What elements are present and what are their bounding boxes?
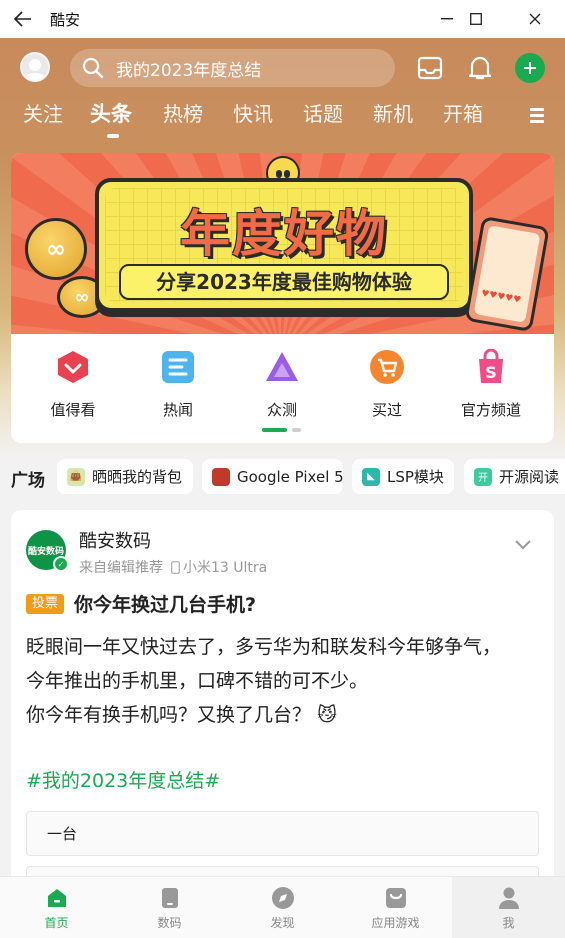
nav-home[interactable]: 首页 <box>0 877 113 938</box>
add-post-button[interactable] <box>515 53 545 83</box>
active-tab-indicator <box>107 134 119 138</box>
document-icon <box>160 349 196 385</box>
post-title[interactable]: 你今年换过几台手机? <box>74 590 256 617</box>
quick-link-official-channel[interactable]: S 官方频道 <box>446 349 536 420</box>
plaza-chip[interactable]: 开 开源阅读 <box>464 459 565 494</box>
inbox-icon[interactable] <box>415 53 445 83</box>
author-name[interactable]: 酷安数码 <box>79 527 151 553</box>
quick-link-crowd-test[interactable]: 众测 <box>237 349 327 420</box>
verified-check-icon: ✓ <box>53 556 69 572</box>
feed-card[interactable]: 酷安数码 ✓ 酷安数码 来自编辑推荐 小米13 Ultra 投票 你今年换过几台… <box>11 510 554 890</box>
banner-title: 年度好物 <box>180 205 388 263</box>
phone-illustration-icon: ♥♥♥♥♥ <box>464 215 550 333</box>
plaza-chip[interactable]: 👜 晒晒我的背包 <box>57 459 193 494</box>
module-icon: ◣ <box>362 467 380 486</box>
cart-icon <box>369 349 405 385</box>
channel-tabs: 关注 头条 热榜 快讯 话题 新机 开箱 <box>0 98 565 138</box>
coin-icon: ∞ <box>25 218 87 280</box>
tab-unboxing[interactable]: 开箱 <box>443 98 483 127</box>
tab-hot-list[interactable]: 热榜 <box>163 98 203 127</box>
banner-subtitle: 分享2023年度最佳购物体验 <box>119 264 449 300</box>
nav-digital[interactable]: 数码 <box>113 877 226 938</box>
compass-icon <box>271 886 295 910</box>
banner-card: ∞ ∞ 年度好物 分享2023年度最佳购物体验 ♥♥♥♥♥ 值得看 热闻 众测 … <box>11 153 554 443</box>
bottom-navigation: 首页 数码 发现 应用游戏 我 <box>0 876 565 938</box>
title-bar: 酷安 <box>0 0 565 38</box>
tab-follow[interactable]: 关注 <box>23 98 63 127</box>
search-text: 我的2023年度总结 <box>116 60 262 81</box>
tab-news-flash[interactable]: 快讯 <box>233 98 273 127</box>
app-store-icon <box>384 886 408 910</box>
back-arrow-icon[interactable] <box>4 0 42 38</box>
heart-check-icon <box>55 349 91 385</box>
quick-link-worth-seeing[interactable]: 值得看 <box>28 349 118 420</box>
user-icon <box>497 886 521 910</box>
home-icon <box>45 886 69 910</box>
triangle-icon <box>264 349 300 385</box>
phone-thumbnail-icon <box>212 467 230 486</box>
plaza-chip[interactable]: Google Pixel 5 <box>202 459 343 494</box>
close-icon[interactable] <box>515 0 555 38</box>
banner-image[interactable]: ∞ ∞ 年度好物 分享2023年度最佳购物体验 ♥♥♥♥♥ <box>11 153 554 334</box>
quick-links: 值得看 热闻 众测 买过 S 官方频道 <box>11 349 554 419</box>
maximize-icon[interactable] <box>456 0 496 38</box>
chevron-down-icon[interactable] <box>511 532 535 556</box>
quick-link-hot-news[interactable]: 热闻 <box>133 349 223 420</box>
tab-headlines[interactable]: 头条 <box>90 98 132 128</box>
plaza-label: 广场 <box>11 471 45 491</box>
nav-discover[interactable]: 发现 <box>226 877 339 938</box>
vote-badge: 投票 <box>26 594 65 614</box>
backpack-icon: 👜 <box>67 467 85 486</box>
window-title: 酷安 <box>50 10 81 29</box>
banner-board: 年度好物 分享2023年度最佳购物体验 <box>95 178 473 312</box>
quick-link-bought[interactable]: 买过 <box>342 349 432 420</box>
hashtag-link[interactable]: #我的2023年度总结# <box>26 766 220 793</box>
bell-icon[interactable] <box>465 53 495 83</box>
tab-menu-icon[interactable] <box>530 108 544 124</box>
nav-apps-games[interactable]: 应用游戏 <box>339 877 452 938</box>
phone-icon <box>158 886 182 910</box>
nav-me[interactable]: 我 <box>452 877 565 938</box>
device-name: 小米13 Ultra <box>183 560 268 576</box>
plaza-chip[interactable]: ◣ LSP模块 <box>352 459 454 494</box>
post-body: 眨眼间一年又快过去了，多亏华为和联发科今年够争气， 今年推出的手机里，口碑不错的… <box>26 636 502 726</box>
svg-text:S: S <box>485 363 497 382</box>
tab-topics[interactable]: 话题 <box>303 98 343 127</box>
open-source-reader-icon: 开 <box>474 467 492 486</box>
recommend-source: 来自编辑推荐 <box>79 560 163 576</box>
device-phone-icon <box>171 560 180 574</box>
shopping-bag-icon: S <box>473 349 509 385</box>
cat-emoji-icon: 😼 <box>317 704 337 726</box>
tab-new-phones[interactable]: 新机 <box>373 98 413 127</box>
user-avatar[interactable] <box>20 52 50 82</box>
vote-option[interactable]: 一台 <box>26 811 539 856</box>
post-meta: 来自编辑推荐 小米13 Ultra <box>79 557 267 577</box>
search-bar[interactable]: 我的2023年度总结 <box>70 49 395 87</box>
search-icon <box>70 57 116 79</box>
